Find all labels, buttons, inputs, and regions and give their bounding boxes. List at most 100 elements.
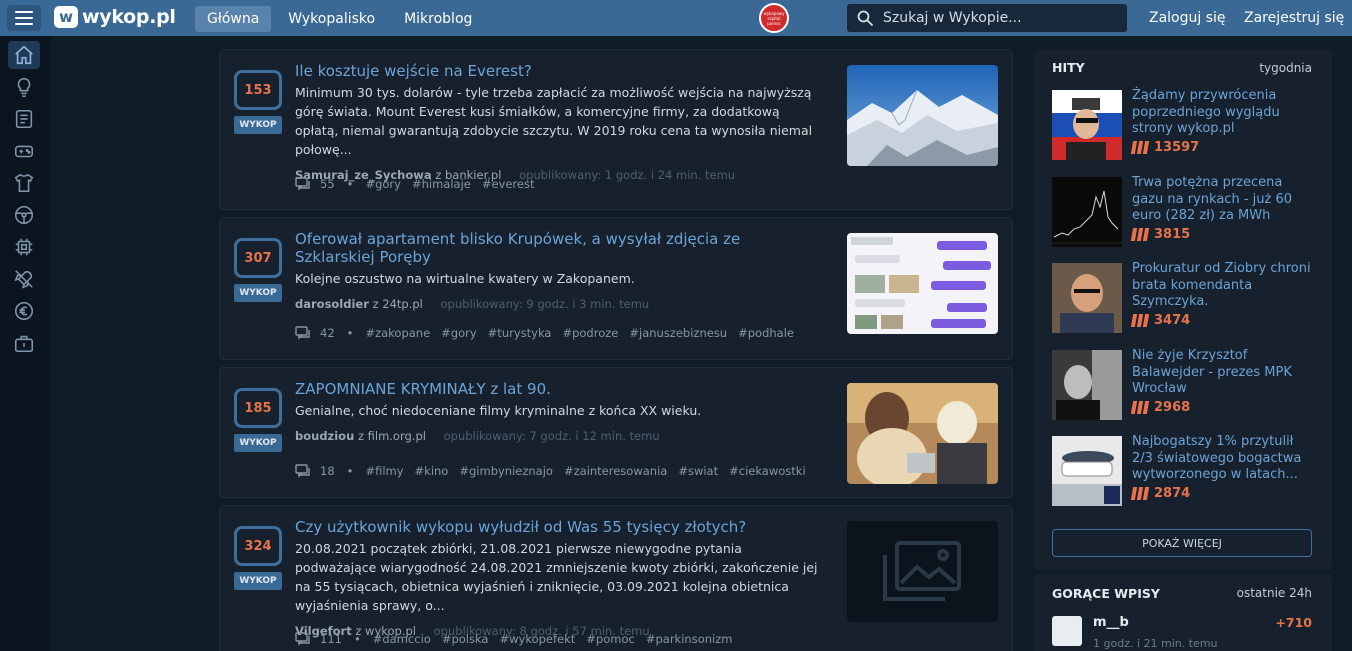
hit-thumbnail[interactable] (1052, 263, 1122, 333)
wykop-button[interactable]: WYKOP (234, 434, 282, 452)
tag-link[interactable]: #zainteresowania (564, 464, 667, 478)
tag-link[interactable]: #filmy (365, 464, 403, 478)
logo[interactable]: w wykop.pl (54, 6, 176, 28)
comment-count[interactable]: 42 (320, 326, 335, 340)
search-box (847, 4, 1127, 32)
hot-entries-period[interactable]: ostatnie 24h (1237, 586, 1312, 600)
fire-icon (1130, 141, 1150, 154)
search-icon[interactable] (857, 10, 873, 26)
tag-link[interactable]: #turystyka (488, 326, 552, 340)
tag-link[interactable]: #everest (482, 177, 535, 191)
charity-badge-icon[interactable]: wykopowy szpital pomoc (759, 3, 789, 33)
menu-icon[interactable] (7, 5, 41, 31)
hot-entry-user[interactable]: m__b (1093, 615, 1129, 630)
briefcase-icon[interactable] (8, 329, 40, 357)
link-title[interactable]: Czy użytkownik wykopu wyłudził od Was 55… (295, 518, 820, 536)
hit-score: 3474 (1130, 313, 1190, 328)
link-description: Kolejne oszustwo na wirtualne kwatery w … (295, 271, 635, 286)
link-tags: 55 • #gory #himalaje #everest (295, 177, 546, 191)
vote-count[interactable]: 324 (234, 526, 282, 566)
comments-icon[interactable] (295, 464, 311, 478)
hit-score-value: 2968 (1154, 400, 1191, 415)
link-author[interactable]: boudziou (295, 429, 354, 443)
link-title[interactable]: Oferował apartament blisko Krupówek, a w… (295, 230, 820, 266)
steering-wheel-icon[interactable] (8, 201, 40, 229)
vote-box: 307 WYKOP (234, 238, 284, 302)
tag-link[interactable]: #wykopefekt (499, 632, 575, 646)
money-icon[interactable] (8, 297, 40, 325)
home-icon[interactable] (8, 41, 40, 69)
tag-link[interactable]: #polska (442, 632, 489, 646)
hit-thumbnail[interactable] (1052, 90, 1122, 160)
wykop-button[interactable]: WYKOP (234, 284, 282, 302)
link-content: ZAPOMNIANE KRYMINAŁY z lat 90. Genialne,… (295, 380, 820, 443)
hit-title[interactable]: Prokuratur od Ziobry chroni brata komend… (1132, 261, 1317, 311)
wykop-button[interactable]: WYKOP (234, 116, 282, 134)
wykop-button[interactable]: WYKOP (234, 572, 282, 590)
link-thumbnail-chat[interactable] (847, 233, 998, 334)
link-card: 185 WYKOP ZAPOMNIANE KRYMINAŁY z lat 90.… (219, 367, 1013, 498)
tag-link[interactable]: #zakopane (365, 326, 430, 340)
hits-period[interactable]: tygodnia (1259, 61, 1312, 75)
link-source[interactable]: z film.org.pl (358, 429, 426, 443)
hit-thumbnail[interactable] (1052, 436, 1122, 506)
comments-icon[interactable] (295, 632, 311, 646)
link-source[interactable]: z 24tp.pl (373, 297, 423, 311)
hits-panel: HITY tygodnia Żądamy przywrócenia poprze… (1033, 49, 1332, 570)
tag-link[interactable]: #parkinsonizm (646, 632, 733, 646)
link-description: Minimum 30 tys. dolarów - tyle trzeba za… (295, 85, 813, 157)
separator-dot: • (346, 326, 354, 340)
tag-link[interactable]: #kino (415, 464, 449, 478)
hit-thumbnail[interactable] (1052, 177, 1122, 247)
chip-icon[interactable] (8, 233, 40, 261)
hit-thumbnail[interactable] (1052, 350, 1122, 420)
vote-count[interactable]: 307 (234, 238, 282, 278)
tag-link[interactable]: #swiat (678, 464, 718, 478)
link-description: 20.08.2021 początek zbiórki, 21.08.2021 … (295, 541, 818, 613)
nav-wykopalisko[interactable]: Wykopalisko (276, 6, 387, 32)
rocket-icon[interactable] (8, 265, 40, 293)
gamepad-icon[interactable] (8, 137, 40, 165)
tag-link[interactable]: #podroze (562, 326, 618, 340)
news-icon[interactable] (8, 105, 40, 133)
comment-count[interactable]: 18 (320, 464, 335, 478)
link-content: Ile kosztuje wejście na Everest? Minimum… (295, 62, 820, 182)
lightbulb-icon[interactable] (8, 73, 40, 101)
image-placeholder-icon[interactable] (847, 521, 998, 622)
vote-count[interactable]: 185 (234, 388, 282, 428)
link-title[interactable]: Ile kosztuje wejście na Everest? (295, 62, 820, 80)
link-author[interactable]: darosoldier (295, 297, 369, 311)
tag-link[interactable]: #podhale (738, 326, 794, 340)
tag-link[interactable]: #gory (441, 326, 477, 340)
tag-link[interactable]: #gimbynieznajo (459, 464, 553, 478)
link-thumbnail-movie[interactable] (847, 383, 998, 484)
link-title[interactable]: ZAPOMNIANE KRYMINAŁY z lat 90. (295, 380, 820, 398)
avatar[interactable] (1052, 616, 1082, 646)
comments-icon[interactable] (295, 177, 311, 191)
tag-link[interactable]: #gory (365, 177, 401, 191)
comments-icon[interactable] (295, 326, 311, 340)
hit-title[interactable]: Najbogatszy 1% przytulił 2/3 światowego … (1132, 434, 1317, 484)
tag-link[interactable]: #damccio (373, 632, 431, 646)
vote-box: 185 WYKOP (234, 388, 284, 452)
tag-link[interactable]: #pomoc (586, 632, 635, 646)
tag-link[interactable]: #ciekawostki (729, 464, 806, 478)
hot-entries-title: GORĄCE WPISY (1052, 586, 1160, 601)
tshirt-icon[interactable] (8, 169, 40, 197)
nav-glowna[interactable]: Główna (195, 6, 272, 32)
nav-mikroblog[interactable]: Mikroblog (392, 6, 484, 32)
hit-title[interactable]: Trwa potężna przecena gazu na rynkach - … (1132, 175, 1317, 225)
login-link[interactable]: Zaloguj się (1149, 10, 1226, 26)
hit-title[interactable]: Nie żyje Krzysztof Balawejder - prezes M… (1132, 348, 1317, 398)
tag-link[interactable]: #himalaje (412, 177, 471, 191)
hit-title[interactable]: Żądamy przywrócenia poprzedniego wyglądu… (1132, 88, 1317, 138)
vote-count[interactable]: 153 (234, 70, 282, 110)
search-input[interactable] (883, 10, 1113, 26)
comment-count[interactable]: 55 (320, 177, 335, 191)
comment-count[interactable]: 111 (320, 632, 342, 646)
tag-link[interactable]: #januszebiznesu (629, 326, 727, 340)
show-more-button[interactable]: POKAŻ WIĘCEJ (1052, 529, 1312, 557)
separator-dot: • (346, 464, 354, 478)
register-link[interactable]: Zarejestruj się (1244, 10, 1344, 26)
link-thumbnail-everest[interactable] (847, 65, 998, 166)
